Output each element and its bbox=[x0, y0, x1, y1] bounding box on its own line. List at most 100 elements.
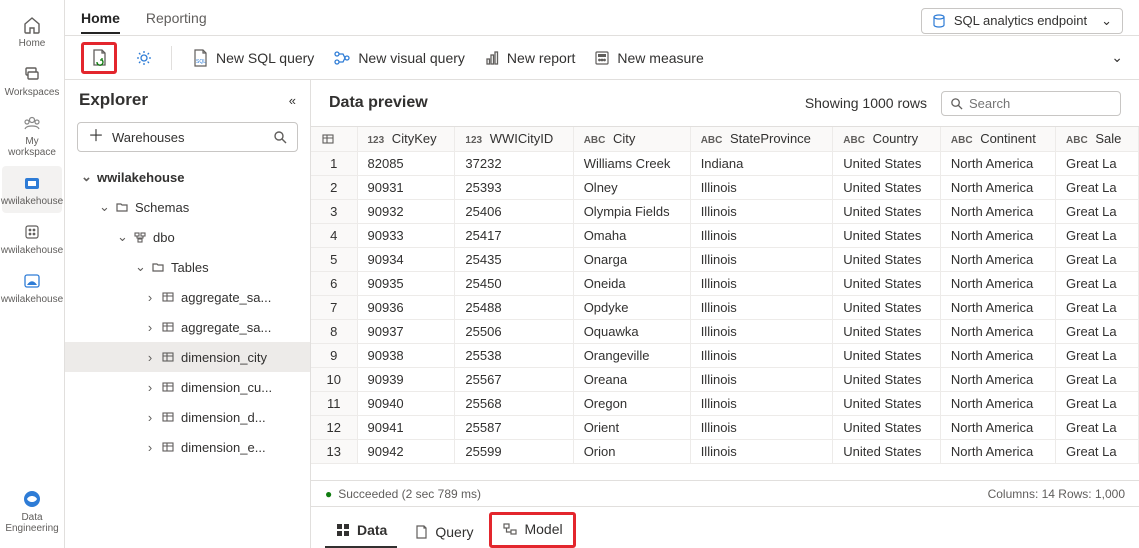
cell[interactable]: North America bbox=[940, 271, 1055, 295]
new-report-button[interactable]: New report bbox=[483, 49, 575, 67]
cell[interactable]: 25435 bbox=[455, 247, 573, 271]
cell[interactable]: 90936 bbox=[357, 295, 455, 319]
column-header[interactable]: ABC Sale bbox=[1056, 127, 1139, 151]
cell[interactable]: North America bbox=[940, 319, 1055, 343]
table-row[interactable]: 109093925567OreanaIllinoisUnited StatesN… bbox=[311, 367, 1139, 391]
cell[interactable]: North America bbox=[940, 391, 1055, 415]
cell[interactable]: Indiana bbox=[690, 151, 833, 175]
preview-search[interactable] bbox=[941, 91, 1121, 116]
cell[interactable]: 90941 bbox=[357, 415, 455, 439]
cell[interactable]: 25417 bbox=[455, 223, 573, 247]
rail-wwilakehouse-2[interactable]: wwilakehouse bbox=[2, 215, 62, 262]
table-row[interactable]: 89093725506OquawkaIllinoisUnited StatesN… bbox=[311, 319, 1139, 343]
cell[interactable]: Great La bbox=[1056, 295, 1139, 319]
cell[interactable]: 90934 bbox=[357, 247, 455, 271]
cell[interactable]: United States bbox=[833, 247, 941, 271]
cell[interactable]: Williams Creek bbox=[573, 151, 690, 175]
tree-root[interactable]: ⌄wwilakehouse bbox=[65, 162, 310, 192]
cell[interactable]: 82085 bbox=[357, 151, 455, 175]
cell[interactable]: North America bbox=[940, 367, 1055, 391]
new-sql-query-button[interactable]: SQL New SQL query bbox=[190, 48, 314, 68]
table-row[interactable]: 39093225406Olympia FieldsIllinoisUnited … bbox=[311, 199, 1139, 223]
table-row[interactable]: 69093525450OneidaIllinoisUnited StatesNo… bbox=[311, 271, 1139, 295]
column-header[interactable]: ABC Country bbox=[833, 127, 941, 151]
cell[interactable]: North America bbox=[940, 175, 1055, 199]
cell[interactable]: United States bbox=[833, 319, 941, 343]
data-grid[interactable]: 123 CityKey123 WWICityIDABC CityABC Stat… bbox=[311, 126, 1139, 480]
cell[interactable]: North America bbox=[940, 343, 1055, 367]
cell[interactable]: United States bbox=[833, 199, 941, 223]
rail-data-engineering[interactable]: Data Engineering bbox=[2, 482, 62, 540]
cell[interactable]: United States bbox=[833, 343, 941, 367]
cell[interactable]: Great La bbox=[1056, 439, 1139, 463]
cell[interactable]: Illinois bbox=[690, 223, 833, 247]
table-row[interactable]: 99093825538OrangevilleIllinoisUnited Sta… bbox=[311, 343, 1139, 367]
tree-dbo[interactable]: ⌄dbo bbox=[65, 222, 310, 252]
cell[interactable]: United States bbox=[833, 439, 941, 463]
refresh-button[interactable] bbox=[88, 47, 110, 69]
table-row[interactable]: 119094025568OregonIllinoisUnited StatesN… bbox=[311, 391, 1139, 415]
cell[interactable]: Illinois bbox=[690, 439, 833, 463]
cell[interactable]: Great La bbox=[1056, 223, 1139, 247]
cell[interactable]: Great La bbox=[1056, 175, 1139, 199]
cell[interactable]: Great La bbox=[1056, 199, 1139, 223]
cell[interactable]: 37232 bbox=[455, 151, 573, 175]
column-header[interactable]: 123 WWICityID bbox=[455, 127, 573, 151]
cell[interactable]: 25587 bbox=[455, 415, 573, 439]
cell[interactable]: 25488 bbox=[455, 295, 573, 319]
cell[interactable]: Olney bbox=[573, 175, 690, 199]
cell[interactable]: 90938 bbox=[357, 343, 455, 367]
cell[interactable]: United States bbox=[833, 223, 941, 247]
table-row[interactable]: 129094125587OrientIllinoisUnited StatesN… bbox=[311, 415, 1139, 439]
cell[interactable]: North America bbox=[940, 295, 1055, 319]
cell[interactable]: 25450 bbox=[455, 271, 573, 295]
cell[interactable]: United States bbox=[833, 151, 941, 175]
pivot-reporting[interactable]: Reporting bbox=[146, 8, 207, 34]
tree-schemas[interactable]: ⌄Schemas bbox=[65, 192, 310, 222]
cell[interactable]: 90932 bbox=[357, 199, 455, 223]
cell[interactable]: United States bbox=[833, 271, 941, 295]
cell[interactable]: Illinois bbox=[690, 319, 833, 343]
new-measure-button[interactable]: New measure bbox=[593, 49, 703, 67]
table-row[interactable]: 29093125393OlneyIllinoisUnited StatesNor… bbox=[311, 175, 1139, 199]
table-row[interactable]: 18208537232Williams CreekIndianaUnited S… bbox=[311, 151, 1139, 175]
cell[interactable]: Illinois bbox=[690, 199, 833, 223]
column-header[interactable]: 123 CityKey bbox=[357, 127, 455, 151]
cell[interactable]: 90935 bbox=[357, 271, 455, 295]
cell[interactable]: Illinois bbox=[690, 391, 833, 415]
toolbar-overflow[interactable]: ⌄ bbox=[1111, 49, 1123, 66]
search-icon[interactable] bbox=[273, 130, 287, 144]
cell[interactable]: Illinois bbox=[690, 367, 833, 391]
cell[interactable]: 90939 bbox=[357, 367, 455, 391]
cell[interactable]: Great La bbox=[1056, 271, 1139, 295]
rail-wwilakehouse-1[interactable]: wwilakehouse bbox=[2, 166, 62, 213]
rail-my-workspace[interactable]: My workspace bbox=[2, 106, 62, 164]
cell[interactable]: Onarga bbox=[573, 247, 690, 271]
rail-wwilakehouse-3[interactable]: wwilakehouse bbox=[2, 264, 62, 311]
cell[interactable]: 25506 bbox=[455, 319, 573, 343]
cell[interactable]: Illinois bbox=[690, 271, 833, 295]
cell[interactable]: Oneida bbox=[573, 271, 690, 295]
cell[interactable]: Great La bbox=[1056, 343, 1139, 367]
endpoint-dropdown[interactable]: SQL analytics endpoint ⌄ bbox=[921, 8, 1123, 34]
tree-tables[interactable]: ⌄Tables bbox=[65, 252, 310, 282]
cell[interactable]: 25568 bbox=[455, 391, 573, 415]
cell[interactable]: North America bbox=[940, 223, 1055, 247]
cell[interactable]: 25393 bbox=[455, 175, 573, 199]
cell[interactable]: Olympia Fields bbox=[573, 199, 690, 223]
collapse-explorer-icon[interactable]: « bbox=[289, 93, 296, 108]
cell[interactable]: Illinois bbox=[690, 415, 833, 439]
cell[interactable]: Illinois bbox=[690, 295, 833, 319]
cell[interactable]: 90931 bbox=[357, 175, 455, 199]
cell[interactable]: 90942 bbox=[357, 439, 455, 463]
cell[interactable]: 25599 bbox=[455, 439, 573, 463]
column-header[interactable]: ABC Continent bbox=[940, 127, 1055, 151]
cell[interactable]: United States bbox=[833, 391, 941, 415]
table-row[interactable]: 79093625488OpdykeIllinoisUnited StatesNo… bbox=[311, 295, 1139, 319]
settings-button[interactable] bbox=[135, 49, 153, 67]
column-header[interactable]: ABC StateProvince bbox=[690, 127, 833, 151]
table-row[interactable]: 59093425435OnargaIllinoisUnited StatesNo… bbox=[311, 247, 1139, 271]
search-input[interactable] bbox=[969, 96, 1112, 111]
new-visual-query-button[interactable]: New visual query bbox=[332, 49, 465, 67]
cell[interactable]: Illinois bbox=[690, 343, 833, 367]
